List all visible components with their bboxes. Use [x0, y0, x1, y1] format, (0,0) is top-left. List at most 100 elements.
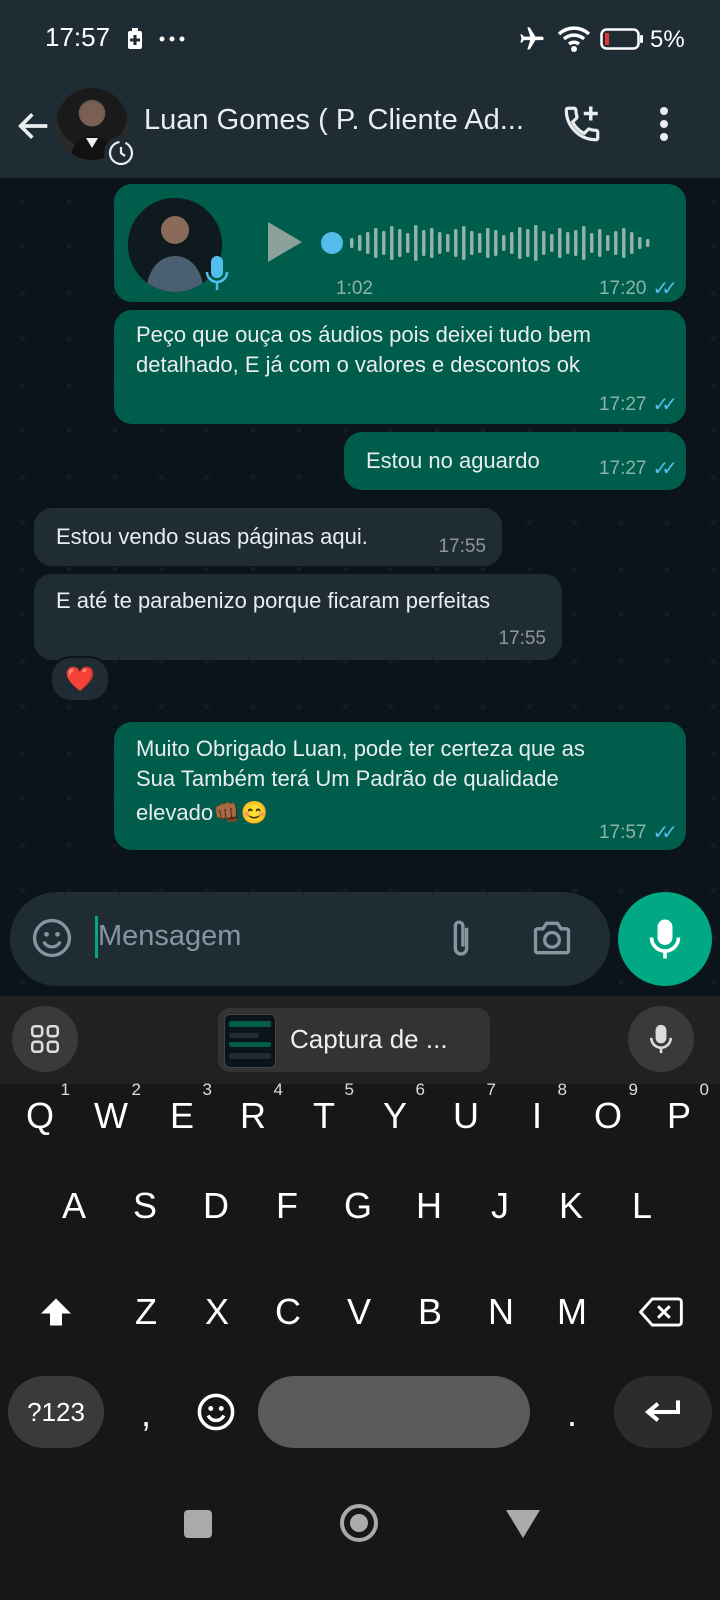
clipboard-suggestion[interactable]: Captura de ...	[218, 1008, 490, 1072]
apps-grid-icon[interactable]	[12, 1006, 78, 1072]
key-label: K	[558, 1185, 583, 1226]
waveform-bar	[574, 230, 578, 256]
recents-icon[interactable]	[184, 1510, 212, 1538]
key-z[interactable]: Z	[110, 1272, 182, 1352]
voice-typing-icon[interactable]	[628, 1006, 694, 1072]
backspace-key[interactable]	[614, 1272, 708, 1352]
back-nav-icon[interactable]	[506, 1510, 540, 1543]
key-j[interactable]: J	[464, 1166, 536, 1246]
waveform-bar	[406, 233, 410, 253]
emoji-key[interactable]	[180, 1372, 252, 1452]
emoji-icon[interactable]	[30, 916, 74, 965]
key-t[interactable]: T5	[288, 1076, 360, 1156]
waveform-bar	[430, 228, 434, 258]
waveform-bar	[470, 231, 474, 255]
key-g[interactable]: G	[322, 1166, 394, 1246]
waveform-bar	[606, 235, 610, 251]
message-text: Estou no aguardo	[366, 448, 540, 473]
key-l[interactable]: L	[606, 1166, 678, 1246]
key-x[interactable]: X	[181, 1272, 253, 1352]
message-text: E até te parabenizo porque ficaram perfe…	[56, 588, 491, 613]
key-h[interactable]: H	[393, 1166, 465, 1246]
key-y[interactable]: Y6	[359, 1076, 431, 1156]
back-arrow-icon[interactable]	[14, 106, 54, 146]
attach-icon[interactable]	[446, 916, 476, 967]
heart-reaction[interactable]: ❤️	[50, 656, 110, 702]
waveform-bar	[382, 231, 386, 255]
contact-name[interactable]: Luan Gomes ( P. Cliente Ad...	[144, 104, 544, 137]
key-n[interactable]: N	[465, 1272, 537, 1352]
key-label: J	[491, 1185, 509, 1226]
status-time: 17:57	[45, 22, 111, 52]
key-d[interactable]: D	[180, 1166, 252, 1246]
battery-icon	[600, 24, 644, 54]
shift-key[interactable]	[20, 1272, 92, 1352]
waveform-bar	[454, 229, 458, 257]
enter-key[interactable]	[614, 1376, 712, 1448]
message-line: Peço que ouça os áudios pois deixei tudo…	[136, 322, 591, 347]
symbols-key[interactable]: ?123	[8, 1376, 104, 1448]
screenshot-thumbnail	[224, 1014, 276, 1068]
waveform-bar	[510, 232, 514, 254]
waveform-bar	[366, 232, 370, 254]
mic-icon	[204, 254, 230, 302]
status-bar: 17:57 5%	[0, 0, 720, 80]
key-label: Z	[135, 1291, 157, 1332]
message-line: Sua Também terá Um Padrão de qualidade	[136, 766, 559, 791]
chat-area[interactable]: 1:02 17:20 ✓✓ Peço que ouça os áudios po…	[0, 178, 720, 998]
key-label: E	[169, 1095, 194, 1136]
voice-record-button[interactable]	[618, 892, 712, 986]
key-w[interactable]: W2	[75, 1076, 147, 1156]
home-icon[interactable]	[340, 1504, 378, 1542]
key-label: A	[61, 1185, 86, 1226]
key-s[interactable]: S	[109, 1166, 181, 1246]
key-label: P	[666, 1095, 691, 1136]
message-composer[interactable]: Mensagem	[10, 892, 610, 986]
key-o[interactable]: O9	[572, 1076, 644, 1156]
key-f[interactable]: F	[251, 1166, 323, 1246]
key-r[interactable]: R4	[217, 1076, 289, 1156]
waveform-bar	[358, 235, 362, 251]
waveform-bar	[582, 226, 586, 260]
play-icon[interactable]	[264, 218, 304, 274]
period-key[interactable]: .	[536, 1374, 608, 1454]
message-input[interactable]: Mensagem	[98, 920, 241, 953]
waveform-bar	[534, 225, 538, 261]
waveform-bar	[478, 233, 482, 253]
message-time: 17:55	[438, 536, 486, 557]
comma-key[interactable]: ,	[110, 1374, 182, 1454]
wifi-icon	[556, 24, 592, 54]
message-line: Muito Obrigado Luan, pode ter certeza qu…	[136, 736, 585, 761]
key-u[interactable]: U7	[430, 1076, 502, 1156]
key-p[interactable]: P0	[643, 1076, 715, 1156]
key-c[interactable]: C	[252, 1272, 324, 1352]
space-bar[interactable]	[258, 1376, 530, 1448]
keyboard-toolbar: Captura de ...	[0, 996, 720, 1084]
outgoing-message[interactable]: Muito Obrigado Luan, pode ter certeza qu…	[114, 722, 686, 850]
outgoing-message[interactable]: Estou no aguardo 17:27 ✓✓	[344, 432, 686, 490]
voice-message-bubble[interactable]: 1:02 17:20 ✓✓	[114, 184, 686, 302]
waveform-bar	[422, 230, 426, 256]
navigation-bar	[0, 1480, 720, 1600]
incoming-message[interactable]: E até te parabenizo porque ficaram perfe…	[34, 574, 562, 660]
key-label: S	[132, 1185, 157, 1226]
waveform-bar	[566, 232, 570, 254]
key-i[interactable]: I8	[501, 1076, 573, 1156]
key-label: O	[593, 1095, 622, 1136]
outgoing-message[interactable]: Peço que ouça os áudios pois deixei tudo…	[114, 310, 686, 424]
key-k[interactable]: K	[535, 1166, 607, 1246]
key-a[interactable]: A	[38, 1166, 110, 1246]
key-v[interactable]: V	[323, 1272, 395, 1352]
key-b[interactable]: B	[394, 1272, 466, 1352]
key-label: G	[343, 1185, 372, 1226]
key-e[interactable]: E3	[146, 1076, 218, 1156]
incoming-message[interactable]: Estou vendo suas páginas aqui. 17:55	[34, 508, 502, 566]
add-call-icon[interactable]	[558, 100, 606, 148]
key-m[interactable]: M	[536, 1272, 608, 1352]
camera-icon[interactable]	[530, 916, 574, 965]
key-label: R	[240, 1095, 266, 1136]
keyboard: Q1 W2 E3 R4 T5 Y6 U7 I8 O9 P0 A S D F G H J K L Z X C V B N M ?…	[0, 1080, 720, 1480]
audio-waveform[interactable]	[320, 218, 660, 268]
key-q[interactable]: Q1	[4, 1076, 76, 1156]
more-options-icon[interactable]	[640, 100, 688, 148]
